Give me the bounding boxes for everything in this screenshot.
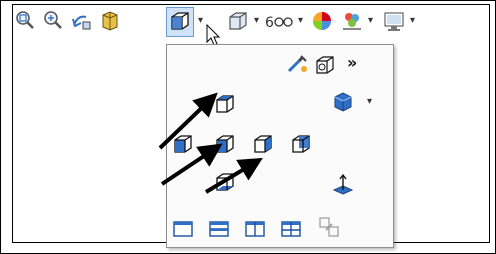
dimetric-dropdown[interactable]: ▾	[367, 97, 372, 107]
top-view-icon[interactable]	[213, 92, 237, 116]
hide-show-items-icon[interactable]: 6	[264, 9, 294, 33]
link-views-icon[interactable]	[317, 215, 341, 239]
edit-appearance-icon[interactable]	[310, 9, 334, 33]
new-view-icon[interactable]	[285, 53, 309, 77]
previous-view-icon[interactable]	[70, 9, 94, 33]
apply-scene-icon[interactable]	[340, 9, 364, 33]
view-orientation-flyout: » ▾	[166, 44, 394, 248]
view-settings-dropdown[interactable]: ▾	[410, 16, 415, 26]
bottom-view-icon[interactable]	[213, 170, 237, 194]
svg-text:6: 6	[265, 15, 274, 31]
section-view-icon[interactable]	[98, 9, 122, 33]
display-style-dropdown[interactable]: ▾	[254, 16, 259, 26]
zoom-to-area-icon[interactable]	[42, 9, 66, 33]
more-views-button[interactable]: »	[347, 54, 357, 72]
view-settings-icon[interactable]	[382, 9, 406, 33]
two-view-horizontal-icon[interactable]	[207, 217, 231, 241]
left-view-icon[interactable]	[171, 132, 195, 156]
hide-show-items-dropdown[interactable]: ▾	[298, 16, 303, 26]
view-orientation-icon[interactable]	[168, 9, 192, 33]
two-view-vertical-icon[interactable]	[243, 217, 267, 241]
right-view-icon[interactable]	[251, 132, 275, 156]
front-view-icon[interactable]	[213, 132, 237, 156]
zoom-to-fit-icon[interactable]	[14, 9, 38, 33]
view-orientation-dropdown[interactable]: ▾	[198, 16, 203, 26]
single-view-icon[interactable]	[171, 217, 195, 241]
display-style-icon[interactable]	[226, 9, 250, 33]
four-view-icon[interactable]	[279, 217, 303, 241]
apply-scene-dropdown[interactable]: ▾	[368, 16, 373, 26]
normal-to-icon[interactable]	[331, 172, 355, 196]
back-view-icon[interactable]	[289, 132, 313, 156]
dimetric-view-icon[interactable]	[331, 90, 355, 114]
view-selector-icon[interactable]	[313, 53, 337, 77]
